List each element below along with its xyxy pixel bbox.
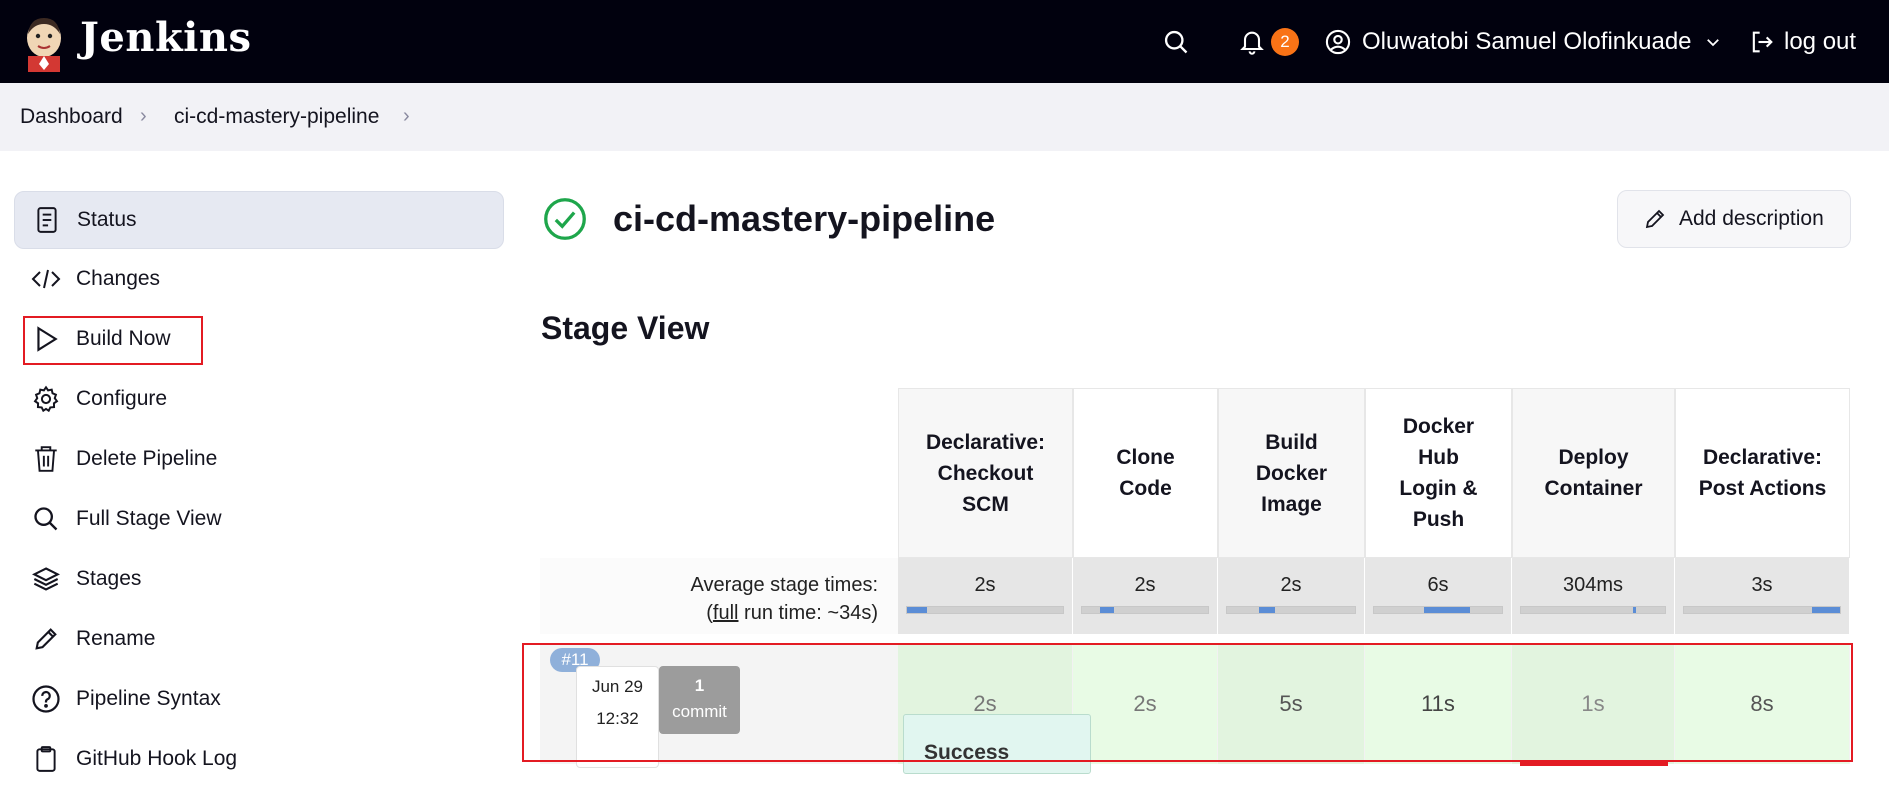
avg-progress-bar bbox=[1520, 606, 1666, 614]
sidebar-item-label: Stages bbox=[76, 567, 142, 590]
stage-header-label: Deploy Container bbox=[1544, 446, 1643, 500]
breadcrumb-dashboard[interactable]: Dashboard bbox=[20, 105, 123, 129]
notifications-button[interactable]: 2 bbox=[1238, 12, 1299, 72]
sidebar-item-stages[interactable]: Stages bbox=[14, 551, 502, 607]
stage-header-post-actions: Declarative: Post Actions bbox=[1675, 388, 1850, 558]
sidebar-item-github-hook-log[interactable]: GitHub Hook Log bbox=[14, 731, 502, 787]
layers-icon bbox=[16, 565, 76, 593]
stage-header-deploy-container: Deploy Container bbox=[1512, 388, 1675, 558]
avg-time: 2s bbox=[1280, 574, 1302, 596]
avg-time: 3s bbox=[1751, 574, 1773, 596]
avg-label-line1: Average stage times: bbox=[690, 574, 878, 596]
search-button[interactable] bbox=[1162, 12, 1190, 72]
search-icon bbox=[16, 505, 76, 533]
add-description-button[interactable]: Add description bbox=[1617, 190, 1851, 248]
sidebar-item-changes[interactable]: Changes bbox=[14, 251, 502, 307]
build-now-highlight bbox=[23, 316, 203, 365]
build-row-highlight bbox=[522, 643, 1853, 762]
logout-button[interactable]: log out bbox=[1748, 12, 1856, 72]
avg-time: 2s bbox=[1134, 574, 1156, 596]
sidebar-item-label: Rename bbox=[76, 627, 156, 650]
avg-time: 2s bbox=[974, 574, 996, 596]
average-stage-times-label: Average stage times: (full run time: ~34… bbox=[540, 558, 898, 634]
stage-header-label: Clone Code bbox=[1116, 446, 1175, 500]
avg-label-rest: run time: ~34s) bbox=[738, 602, 878, 624]
user-menu[interactable]: Oluwatobi Samuel Olofinkuade bbox=[1324, 12, 1722, 72]
avg-cell: 304ms bbox=[1512, 558, 1675, 634]
top-header: Jenkins 2 Oluwatobi Samuel Olofinkuade l… bbox=[0, 0, 1889, 83]
gear-icon bbox=[16, 385, 76, 413]
breadcrumb: Dashboard › ci-cd-mastery-pipeline › bbox=[0, 83, 1889, 151]
clipboard-icon bbox=[16, 745, 76, 773]
stage-header-label: Declarative: Post Actions bbox=[1698, 446, 1827, 500]
chevron-down-icon bbox=[1704, 33, 1722, 51]
sidebar-item-label: Delete Pipeline bbox=[76, 447, 218, 470]
stage-view-title: Stage View bbox=[541, 310, 710, 346]
stage-header-docker-hub-login-push: Docker Hub Login & Push bbox=[1365, 388, 1512, 558]
logout-icon bbox=[1748, 28, 1776, 56]
sidebar-item-label: Pipeline Syntax bbox=[76, 687, 221, 710]
avg-progress-bar bbox=[1683, 606, 1841, 614]
breadcrumb-chevron-icon[interactable]: › bbox=[403, 105, 410, 128]
pencil-icon bbox=[16, 625, 76, 653]
avg-label-open: ( bbox=[706, 602, 713, 624]
avg-cell: 2s bbox=[1218, 558, 1365, 634]
add-description-label: Add description bbox=[1679, 207, 1824, 230]
notification-badge: 2 bbox=[1271, 28, 1299, 56]
stage-header-label: Declarative: Checkout SCM bbox=[925, 430, 1046, 516]
stage-header-label: Docker Hub Login & Push bbox=[1399, 415, 1478, 531]
search-icon bbox=[1162, 28, 1190, 56]
sidebar-item-label: Configure bbox=[76, 387, 168, 410]
user-circle-icon bbox=[1324, 28, 1352, 56]
sidebar-item-label: Full Stage View bbox=[76, 507, 222, 530]
bell-icon bbox=[1238, 28, 1266, 56]
brand-name[interactable]: Jenkins bbox=[80, 14, 251, 61]
avg-label-line2: (full run time: ~34s) bbox=[706, 602, 878, 625]
highlight-fragment bbox=[1520, 762, 1668, 766]
breadcrumb-pipeline[interactable]: ci-cd-mastery-pipeline bbox=[174, 105, 379, 129]
sidebar-item-label: Changes bbox=[76, 267, 161, 290]
sidebar-item-delete-pipeline[interactable]: Delete Pipeline bbox=[14, 431, 502, 487]
avg-progress-bar bbox=[1081, 606, 1209, 614]
sidebar-item-status[interactable]: Status bbox=[14, 191, 504, 249]
stage-header-build-docker-image: Build Docker Image bbox=[1218, 388, 1365, 558]
stage-header-label: Build Docker Image bbox=[1255, 430, 1328, 516]
page-title: ci-cd-mastery-pipeline bbox=[613, 198, 996, 239]
sidebar-item-pipeline-syntax[interactable]: Pipeline Syntax bbox=[14, 671, 502, 727]
avg-time: 304ms bbox=[1562, 574, 1624, 596]
logout-label: log out bbox=[1784, 28, 1857, 55]
success-check-icon bbox=[543, 197, 587, 246]
avg-progress-bar bbox=[906, 606, 1064, 614]
stage-header-clone-code: Clone Code bbox=[1073, 388, 1218, 558]
pencil-icon bbox=[1643, 207, 1667, 231]
sidebar-item-label: Status bbox=[77, 208, 137, 231]
avg-progress-bar bbox=[1226, 606, 1356, 614]
sidebar-item-configure[interactable]: Configure bbox=[14, 371, 502, 427]
avg-cell: 6s bbox=[1365, 558, 1512, 634]
avg-progress-bar bbox=[1373, 606, 1503, 614]
avg-cell: 3s bbox=[1675, 558, 1850, 634]
code-icon bbox=[16, 266, 76, 292]
avg-cell: 2s bbox=[1073, 558, 1218, 634]
document-icon bbox=[17, 206, 77, 234]
breadcrumb-chevron-icon[interactable]: › bbox=[140, 105, 147, 128]
question-circle-icon bbox=[16, 684, 76, 714]
sidebar-item-label: GitHub Hook Log bbox=[76, 747, 238, 770]
avg-time: 6s bbox=[1427, 574, 1449, 596]
sidebar-item-rename[interactable]: Rename bbox=[14, 611, 502, 667]
avg-cell: 2s bbox=[898, 558, 1073, 634]
trash-icon bbox=[16, 444, 76, 474]
jenkins-logo-icon[interactable] bbox=[20, 12, 68, 72]
user-name: Oluwatobi Samuel Olofinkuade bbox=[1362, 28, 1692, 55]
full-run-link[interactable]: full bbox=[713, 602, 739, 624]
stage-header-checkout-scm: Declarative: Checkout SCM bbox=[898, 388, 1073, 558]
sidebar-item-full-stage-view[interactable]: Full Stage View bbox=[14, 491, 502, 547]
